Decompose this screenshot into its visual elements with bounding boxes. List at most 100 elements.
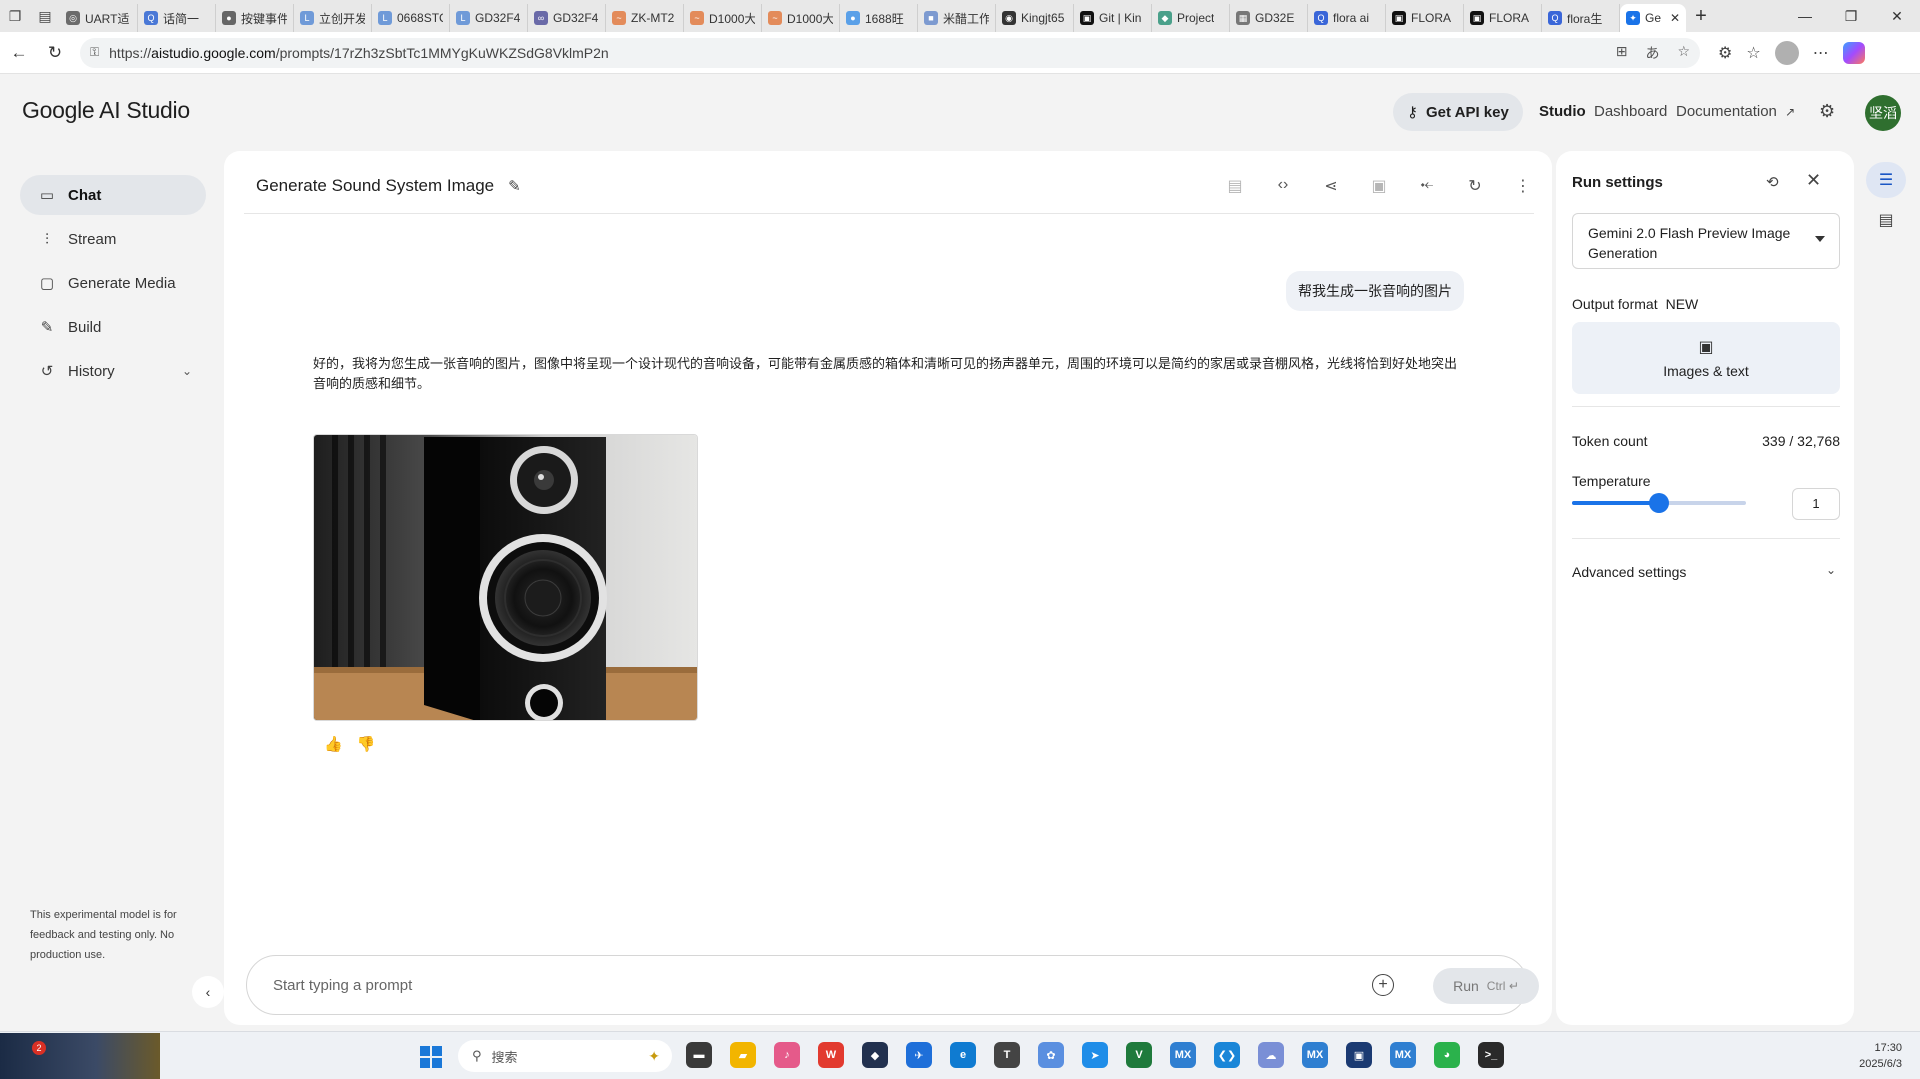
prompt-input[interactable] [273, 976, 1353, 994]
user-avatar[interactable]: 坚滔 [1865, 95, 1901, 131]
branch-icon[interactable]: ⤝ [1403, 176, 1451, 196]
refresh-icon[interactable]: ↻ [1451, 176, 1499, 196]
compare-icon[interactable]: ▤ [1211, 176, 1259, 196]
close-window-icon[interactable]: ✕ [1874, 0, 1920, 32]
edge-app[interactable]: e [950, 1042, 976, 1068]
browser-tab[interactable]: Qflora生 [1542, 4, 1620, 32]
favorites-icon[interactable]: ☆ [1746, 43, 1760, 63]
browser-tab[interactable]: ~ ZK-MT2 [606, 4, 684, 32]
wechat-app[interactable]: ◕ [1434, 1042, 1460, 1068]
get-api-key-button[interactable]: ⚷ Get API key [1393, 93, 1523, 131]
sidebar-item-stream[interactable]: ⫶ Stream [20, 219, 206, 259]
site-info-icon[interactable]: ⚿ [90, 45, 99, 60]
nav-studio[interactable]: Studio [1539, 103, 1586, 120]
sheet-app[interactable]: V [1126, 1042, 1152, 1068]
model-selector[interactable]: Gemini 2.0 Flash Preview Image Generatio… [1572, 213, 1840, 269]
system-clock[interactable]: 17:30 2025/6/3 [1859, 1040, 1902, 1072]
close-icon[interactable]: ✕ [1806, 170, 1821, 191]
cat-app[interactable]: ◆ [862, 1042, 888, 1068]
browser-tab[interactable]: Qflora ai [1308, 4, 1386, 32]
sidebar-item-chat[interactable]: ▭ Chat [20, 175, 206, 215]
tab-actions-icon[interactable]: ▤ [30, 0, 60, 32]
more-options-icon[interactable]: ⋮ [1499, 176, 1547, 196]
browser-tab[interactable]: ● 按键事件 [216, 4, 294, 32]
minimize-icon[interactable]: — [1782, 0, 1828, 32]
reset-settings-icon[interactable]: ⟲ [1766, 173, 1779, 191]
chip-app[interactable]: ▣ [1346, 1042, 1372, 1068]
sidebar-item-history[interactable]: ↺ History ⌄ [20, 351, 206, 391]
stm-mx-app-3[interactable]: MX [1390, 1042, 1416, 1068]
app-install-icon[interactable]: ⊞ [1616, 43, 1628, 63]
browser-tab-active[interactable]: ✦ Ge ✕ [1620, 4, 1686, 32]
temperature-input[interactable]: 1 [1792, 488, 1840, 520]
more-menu-icon[interactable]: ⋯ [1813, 43, 1829, 63]
temperature-slider-thumb[interactable] [1649, 493, 1669, 513]
browser-tab[interactable]: ~ D1000大 [762, 4, 840, 32]
terminal-app[interactable]: >_ [1478, 1042, 1504, 1068]
browser-tab[interactable]: ▣ Git | Kin [1074, 4, 1152, 32]
typora-app[interactable]: T [994, 1042, 1020, 1068]
translate-icon[interactable]: あ [1645, 43, 1659, 63]
sidebar-item-generate-media[interactable]: ▢ Generate Media [20, 263, 206, 303]
send-app[interactable]: ➤ [1082, 1042, 1108, 1068]
prompt-gallery-icon[interactable]: ▤ [1866, 202, 1906, 238]
nav-dashboard[interactable]: Dashboard [1594, 103, 1667, 120]
bird-app[interactable]: ✈ [906, 1042, 932, 1068]
temperature-slider[interactable] [1572, 493, 1746, 513]
extensions-icon[interactable]: ⚙ [1718, 43, 1732, 63]
wps-app[interactable]: W [818, 1042, 844, 1068]
app-logo[interactable]: Google AI Studio [22, 97, 190, 124]
browser-tab[interactable]: ▣ FLORA [1386, 4, 1464, 32]
browser-tab[interactable]: ◉ Kingjt65 [996, 4, 1074, 32]
favorite-star-icon[interactable]: ☆ [1677, 43, 1690, 63]
thumbs-down-icon[interactable]: 👎 [357, 735, 376, 753]
network-app[interactable]: ✿ [1038, 1042, 1064, 1068]
run-settings-tune-icon[interactable]: ☰ [1866, 162, 1906, 198]
browser-tab[interactable]: ◆ Project [1152, 4, 1230, 32]
nav-documentation[interactable]: Documentation ↗ [1676, 103, 1795, 120]
edit-title-icon[interactable]: ✎ [508, 177, 521, 195]
generated-speaker-image[interactable] [313, 434, 698, 721]
workspaces-icon[interactable]: ❐ [0, 0, 30, 32]
chevron-down-icon[interactable]: ⌄ [1826, 563, 1836, 577]
taskbar-search[interactable]: ⚲ 搜索 ✦ [458, 1040, 672, 1072]
cloud-app[interactable]: ☁ [1258, 1042, 1284, 1068]
browser-tab[interactable]: L 立创开发 [294, 4, 372, 32]
advanced-settings-toggle[interactable]: Advanced settings [1572, 564, 1686, 580]
file-manager-app[interactable]: ▬ [686, 1042, 712, 1068]
url-field[interactable]: ⚿ https://aistudio.google.com/prompts/17… [80, 37, 1700, 68]
browser-tab[interactable]: L GD32F4 [450, 4, 528, 32]
browser-tab[interactable]: ∞ GD32F4 [528, 4, 606, 32]
share-icon[interactable]: ⋖ [1307, 176, 1355, 196]
chevron-down-icon[interactable]: ⌄ [182, 364, 192, 378]
stm-mx-app-2[interactable]: MX [1302, 1042, 1328, 1068]
thumbs-up-icon[interactable]: 👍 [324, 735, 343, 753]
browser-tab[interactable]: ● 1688旺 [840, 4, 918, 32]
browser-tab[interactable]: ◎ UART适 [60, 4, 138, 32]
browser-tab[interactable]: ▣ FLORA [1464, 4, 1542, 32]
settings-gear-icon[interactable]: ⚙ [1819, 101, 1835, 122]
new-tab-button[interactable]: + [1686, 5, 1716, 28]
browser-tab[interactable]: ▦ GD32E [1230, 4, 1308, 32]
browser-tab[interactable]: ~ D1000大 [684, 4, 762, 32]
sidebar-item-build[interactable]: ✎ Build [20, 307, 206, 347]
get-code-icon[interactable]: ‹› [1259, 176, 1307, 196]
collapse-sidebar-button[interactable]: ‹ [192, 976, 224, 1008]
browser-tab[interactable]: Q 话简一 [138, 4, 216, 32]
close-tab-icon[interactable]: ✕ [1670, 11, 1680, 25]
widget-thumbnail[interactable]: 2 [0, 1033, 160, 1079]
vscode-app[interactable]: ❮❯ [1214, 1042, 1240, 1068]
run-button[interactable]: Run Ctrl ↵ [1433, 968, 1539, 1004]
audio-app[interactable]: ♪ [774, 1042, 800, 1068]
folder-app[interactable]: ▰ [730, 1042, 756, 1068]
stm-mx-app[interactable]: MX [1170, 1042, 1196, 1068]
output-format-option[interactable]: ▣ Images & text [1572, 322, 1840, 394]
save-icon[interactable]: ▣ [1355, 176, 1403, 196]
back-icon[interactable]: ← [2, 36, 36, 70]
reload-icon[interactable]: ↻ [38, 36, 72, 70]
profile-avatar[interactable] [1774, 40, 1799, 65]
start-menu-icon[interactable] [420, 1046, 442, 1068]
browser-tab[interactable]: L 0668STC [372, 4, 450, 32]
copilot-icon[interactable] [1842, 41, 1865, 64]
restore-icon[interactable]: ❐ [1828, 0, 1874, 32]
